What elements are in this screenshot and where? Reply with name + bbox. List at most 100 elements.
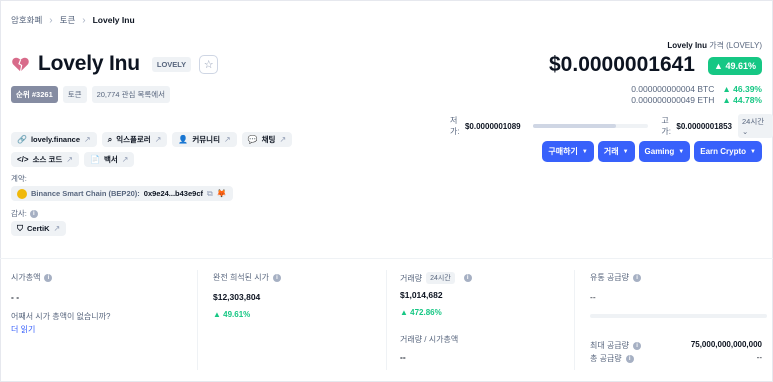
- gaming-button[interactable]: Gaming ▼: [638, 141, 691, 162]
- info-icon[interactable]: i: [633, 341, 642, 350]
- chevron-down-icon: ⌄: [742, 127, 749, 136]
- search-icon: ⌕: [107, 134, 113, 144]
- action-buttons: 구매하기 ▼ 거래 ▼ Gaming ▼ Earn Crypto ▼: [542, 141, 762, 162]
- btc-price: 0.000000000004 BTC: [631, 84, 715, 94]
- high-value: $0.0000001853: [676, 121, 732, 131]
- btc-change: ▲ 46.39%: [722, 84, 762, 94]
- stats-divider: [0, 258, 773, 259]
- volume-mcap-title: 거래량 / 시가총액: [400, 335, 459, 344]
- timeframe-select[interactable]: 24시간 ⌄: [738, 114, 773, 138]
- chevron-right-icon: ›: [49, 14, 53, 26]
- volume-timeframe-badge[interactable]: 24시간: [426, 272, 455, 284]
- contract-label: 계약:: [11, 174, 27, 183]
- info-icon[interactable]: i: [463, 274, 472, 282]
- market-cap-value: - -: [11, 292, 20, 302]
- copy-icon[interactable]: ⧉: [207, 189, 213, 199]
- link-icon: 🔗: [17, 135, 27, 144]
- shield-icon: ⛉: [17, 223, 23, 233]
- max-supply-row: 최대 공급량 i 75,000,000,000,000: [590, 340, 762, 350]
- contract-chain: Binance Smart Chain (BEP20):: [31, 189, 140, 198]
- breadcrumb-tokens[interactable]: 토큰: [60, 14, 76, 26]
- price-label-suffix: 가격 (LOVELY): [709, 41, 762, 50]
- low-value: $0.0000001089: [464, 121, 521, 131]
- external-link-icon: ↗: [84, 135, 91, 144]
- coin-name: Lovely Inu: [38, 52, 140, 75]
- info-icon[interactable]: i: [44, 273, 53, 282]
- contract-address: 0x9e24...b43e9cf: [143, 189, 203, 198]
- stat-supply: 유통 공급량 i -- 최대 공급량 i 75,000,000,000,000 총 …: [590, 272, 767, 364]
- stats-separator: [574, 270, 575, 370]
- market-cap-question: 어째서 시가 총액이 없습니까?: [11, 312, 111, 321]
- caret-down-icon: ▼: [750, 148, 756, 155]
- external-link-icon: ↗: [223, 135, 231, 144]
- watchlist-count-badge: 20,774 관심 목록에서: [91, 86, 171, 103]
- contract-chip[interactable]: Binance Smart Chain (BEP20): 0x9e24...b4…: [11, 186, 233, 201]
- price-label: Lovely Inu 가격 (LOVELY): [667, 40, 762, 51]
- metamask-fox-icon[interactable]: 🦊: [217, 189, 227, 198]
- trade-button[interactable]: 거래 ▼: [597, 141, 635, 162]
- certik-audit-link[interactable]: ⛉ CertiK ↗: [11, 221, 67, 236]
- star-icon: ☆: [203, 58, 214, 71]
- external-link-icon: ↗: [53, 224, 61, 233]
- volume-value: $1,014,682: [400, 290, 443, 300]
- converted-prices: 0.000000000004 BTC ▲ 46.39% 0.0000000000…: [631, 84, 762, 106]
- eth-price: 0.000000000049 ETH: [631, 95, 715, 105]
- stats-separator: [386, 270, 387, 370]
- stat-fdv: 완전 희석된 시가 i $12,303,804 ▲ 49.61%: [213, 272, 281, 319]
- low-label: 저가:: [450, 116, 460, 136]
- current-price: $0.0000001641: [549, 53, 695, 76]
- volume-change: ▲ 472.86%: [400, 308, 442, 317]
- price-range: 저가: $0.0000001089 고가: $0.0000001853 24시간…: [450, 114, 773, 138]
- external-link-icon: ↗: [66, 155, 73, 164]
- bnb-chain-icon: [17, 188, 27, 199]
- coin-header: Lovely Inu LOVELY ☆: [11, 52, 219, 76]
- watchlist-star-button[interactable]: ☆: [199, 54, 219, 74]
- info-icon[interactable]: i: [29, 209, 38, 218]
- breadcrumb-crypto[interactable]: 암호화폐: [11, 14, 42, 26]
- caret-down-icon: ▼: [622, 148, 629, 155]
- user-icon: 👤: [178, 135, 189, 144]
- fdv-value: $12,303,804: [213, 292, 261, 302]
- caret-down-icon: ▼: [678, 148, 685, 155]
- coin-links: 🔗 lovely.finance ↗ ⌕ 익스플로러 ↗ 👤 커뮤니티 ↗ 💬 …: [11, 132, 356, 167]
- whitepaper-link[interactable]: 📄 백서 ↗: [83, 152, 135, 167]
- supply-progress-bar: [590, 314, 767, 318]
- info-icon[interactable]: i: [272, 273, 281, 282]
- read-more-link[interactable]: 더 읽기: [11, 324, 110, 335]
- chat-link[interactable]: 💬 채팅 ↗: [241, 132, 293, 147]
- website-link[interactable]: 🔗 lovely.finance ↗: [11, 132, 97, 147]
- audit-label: 감사: i: [11, 208, 38, 219]
- max-supply-value: 75,000,000,000,000: [690, 340, 762, 349]
- fdv-change: ▲ 49.61%: [213, 310, 251, 319]
- external-link-icon: ↗: [121, 155, 129, 164]
- community-link[interactable]: 👤 커뮤니티 ↗: [172, 132, 237, 147]
- volume-mcap-value: --: [400, 352, 406, 362]
- info-icon[interactable]: i: [633, 273, 642, 282]
- circulating-supply-value: --: [590, 292, 596, 302]
- price-change-value: 49.61%: [725, 61, 756, 71]
- document-icon: 📄: [89, 155, 100, 164]
- earn-crypto-button[interactable]: Earn Crypto ▼: [694, 141, 762, 162]
- code-icon: </>: [17, 155, 29, 164]
- caret-down-icon: ▼: [581, 148, 588, 155]
- total-supply-row: 총 공급량 i --: [590, 353, 762, 363]
- type-badge: 토큰: [62, 86, 87, 103]
- heart-logo-icon: [12, 57, 29, 72]
- rank-badge: 순위 #3261: [11, 86, 58, 103]
- total-supply-value: --: [756, 353, 762, 362]
- info-icon[interactable]: i: [625, 354, 634, 363]
- explorer-link[interactable]: ⌕ 익스플로러 ↗: [101, 132, 168, 147]
- stats-separator: [197, 270, 198, 370]
- coin-badges: 순위 #3261 토큰 20,774 관심 목록에서: [11, 86, 171, 103]
- high-label: 고가:: [661, 116, 671, 136]
- external-link-icon: ↗: [154, 135, 162, 144]
- chat-bubble-icon: 💬: [247, 135, 258, 144]
- price-change-badge: ▲ 49.61%: [708, 57, 762, 75]
- buy-button[interactable]: 구매하기 ▼: [542, 141, 594, 162]
- chevron-right-icon: ›: [82, 14, 86, 26]
- eth-change: ▲ 44.78%: [722, 95, 762, 105]
- source-code-link[interactable]: </> 소스 코드 ↗: [11, 152, 79, 167]
- range-bar: [532, 124, 649, 128]
- breadcrumb-current: Lovely Inu: [92, 15, 135, 25]
- coin-symbol-badge: LOVELY: [151, 56, 192, 72]
